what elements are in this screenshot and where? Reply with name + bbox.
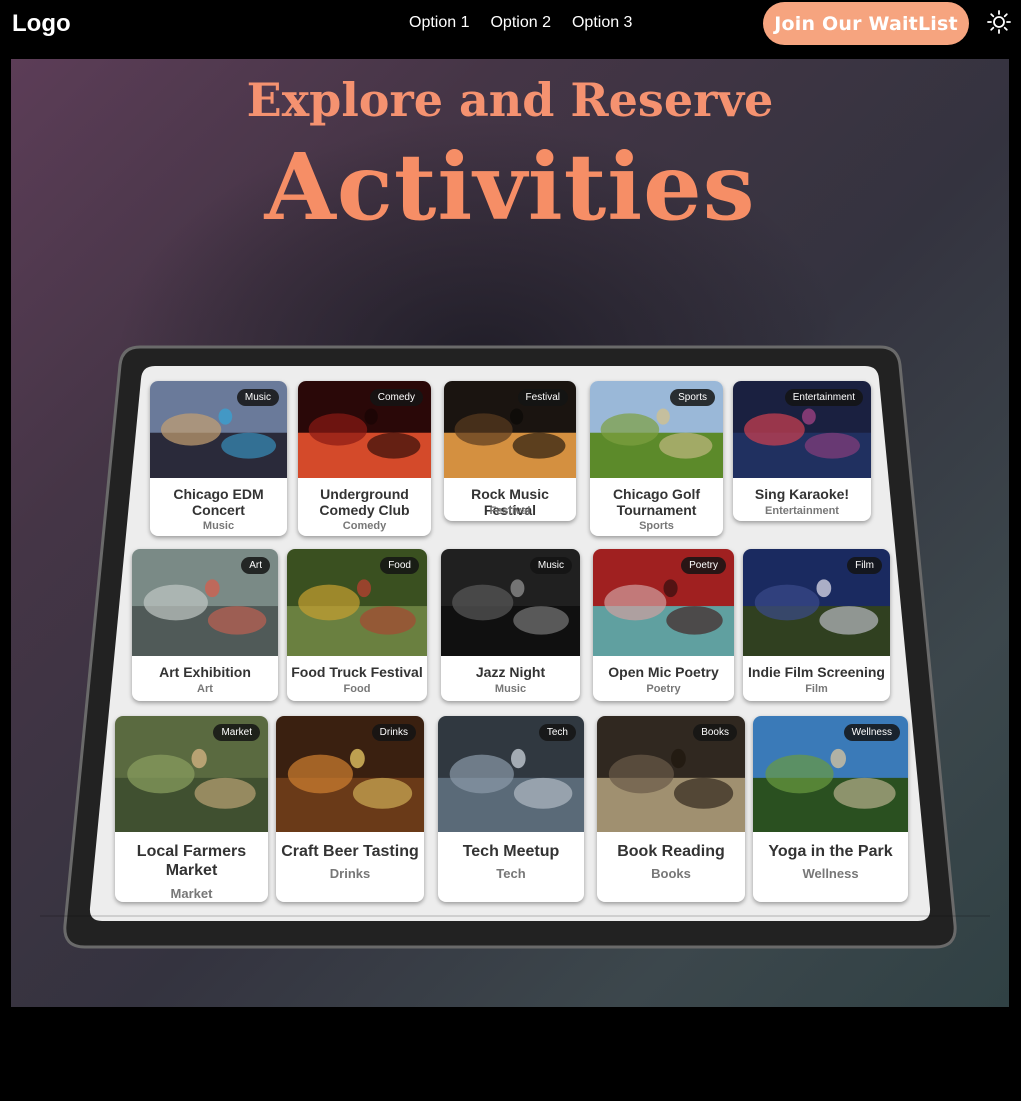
- activity-title: Underground Comedy Club: [319, 486, 410, 518]
- activity-category: Food: [343, 683, 371, 695]
- activity-title: Yoga in the Park: [768, 843, 893, 860]
- activity-title: Local Farmers Market: [136, 843, 247, 879]
- activity-card[interactable]: Wellness Yoga in the Park Wellness: [753, 716, 908, 902]
- activity-category: Poetry: [646, 683, 681, 695]
- activity-title: Open Mic Poetry: [608, 664, 719, 680]
- category-badge: Books: [693, 724, 737, 741]
- activity-card[interactable]: Music Chicago EDM Concert Music: [150, 381, 287, 536]
- activity-card[interactable]: Sports Chicago Golf Tournament Sports: [590, 381, 723, 536]
- activity-card[interactable]: Market Local Farmers Market Market: [115, 716, 268, 902]
- activity-category: Books: [651, 866, 691, 881]
- activity-category: Festival: [489, 505, 531, 517]
- category-badge: Music: [529, 557, 572, 574]
- activity-category: Comedy: [342, 520, 387, 532]
- activity-title: Jazz Night: [475, 664, 546, 680]
- category-badge: Poetry: [681, 557, 726, 574]
- activity-card[interactable]: Music Jazz Night Music: [441, 549, 580, 701]
- category-badge: Drinks: [371, 724, 416, 741]
- activity-card[interactable]: Comedy Underground Comedy Club Comedy: [298, 381, 431, 536]
- activity-card[interactable]: Drinks Craft Beer Tasting Drinks: [276, 716, 424, 902]
- category-badge: Market: [213, 724, 260, 741]
- category-badge: Art: [241, 557, 270, 574]
- category-badge: Film: [847, 557, 882, 574]
- activity-category: Tech: [496, 866, 526, 881]
- activity-title: Craft Beer Tasting: [281, 843, 419, 860]
- category-badge: Music: [236, 389, 279, 406]
- activity-category: Music: [494, 683, 527, 695]
- activity-title: Chicago Golf Tournament: [612, 486, 701, 518]
- category-badge: Comedy: [369, 389, 423, 406]
- activity-category: Entertainment: [765, 505, 839, 517]
- activity-card[interactable]: Entertainment Sing Karaoke! Entertainment: [733, 381, 871, 521]
- activity-title: Indie Film Screening: [748, 664, 885, 680]
- activity-title: Book Reading: [617, 843, 725, 860]
- activity-category: Market: [170, 886, 213, 901]
- category-badge: Wellness: [843, 724, 900, 741]
- activity-category: Wellness: [802, 866, 859, 881]
- activity-card[interactable]: Film Indie Film Screening Film: [743, 549, 890, 701]
- activity-category: Sports: [639, 520, 674, 532]
- activity-category: Art: [197, 683, 213, 695]
- activity-category: Film: [805, 683, 828, 695]
- activity-card[interactable]: Tech Tech Meetup Tech: [438, 716, 584, 902]
- activity-card[interactable]: Food Food Truck Festival Food: [287, 549, 427, 701]
- category-badge: Food: [380, 557, 419, 574]
- activity-title: Food Truck Festival: [291, 664, 423, 680]
- activity-title: Tech Meetup: [462, 843, 560, 860]
- activity-title: Art Exhibition: [159, 664, 251, 680]
- activity-card[interactable]: Poetry Open Mic Poetry Poetry: [593, 549, 734, 701]
- category-badge: Tech: [538, 724, 576, 741]
- activity-card[interactable]: Art Art Exhibition Art: [132, 549, 278, 701]
- activity-title: Chicago EDM Concert: [173, 486, 264, 518]
- activity-card[interactable]: Festival Rock Music Festival Festival: [444, 381, 576, 521]
- activity-category: Drinks: [329, 866, 371, 881]
- category-badge: Sports: [670, 389, 715, 406]
- category-badge: Entertainment: [784, 389, 863, 406]
- activity-title: Sing Karaoke!: [754, 486, 850, 502]
- category-badge: Festival: [517, 389, 568, 406]
- activity-category: Music: [202, 520, 235, 532]
- activity-card[interactable]: Books Book Reading Books: [597, 716, 745, 902]
